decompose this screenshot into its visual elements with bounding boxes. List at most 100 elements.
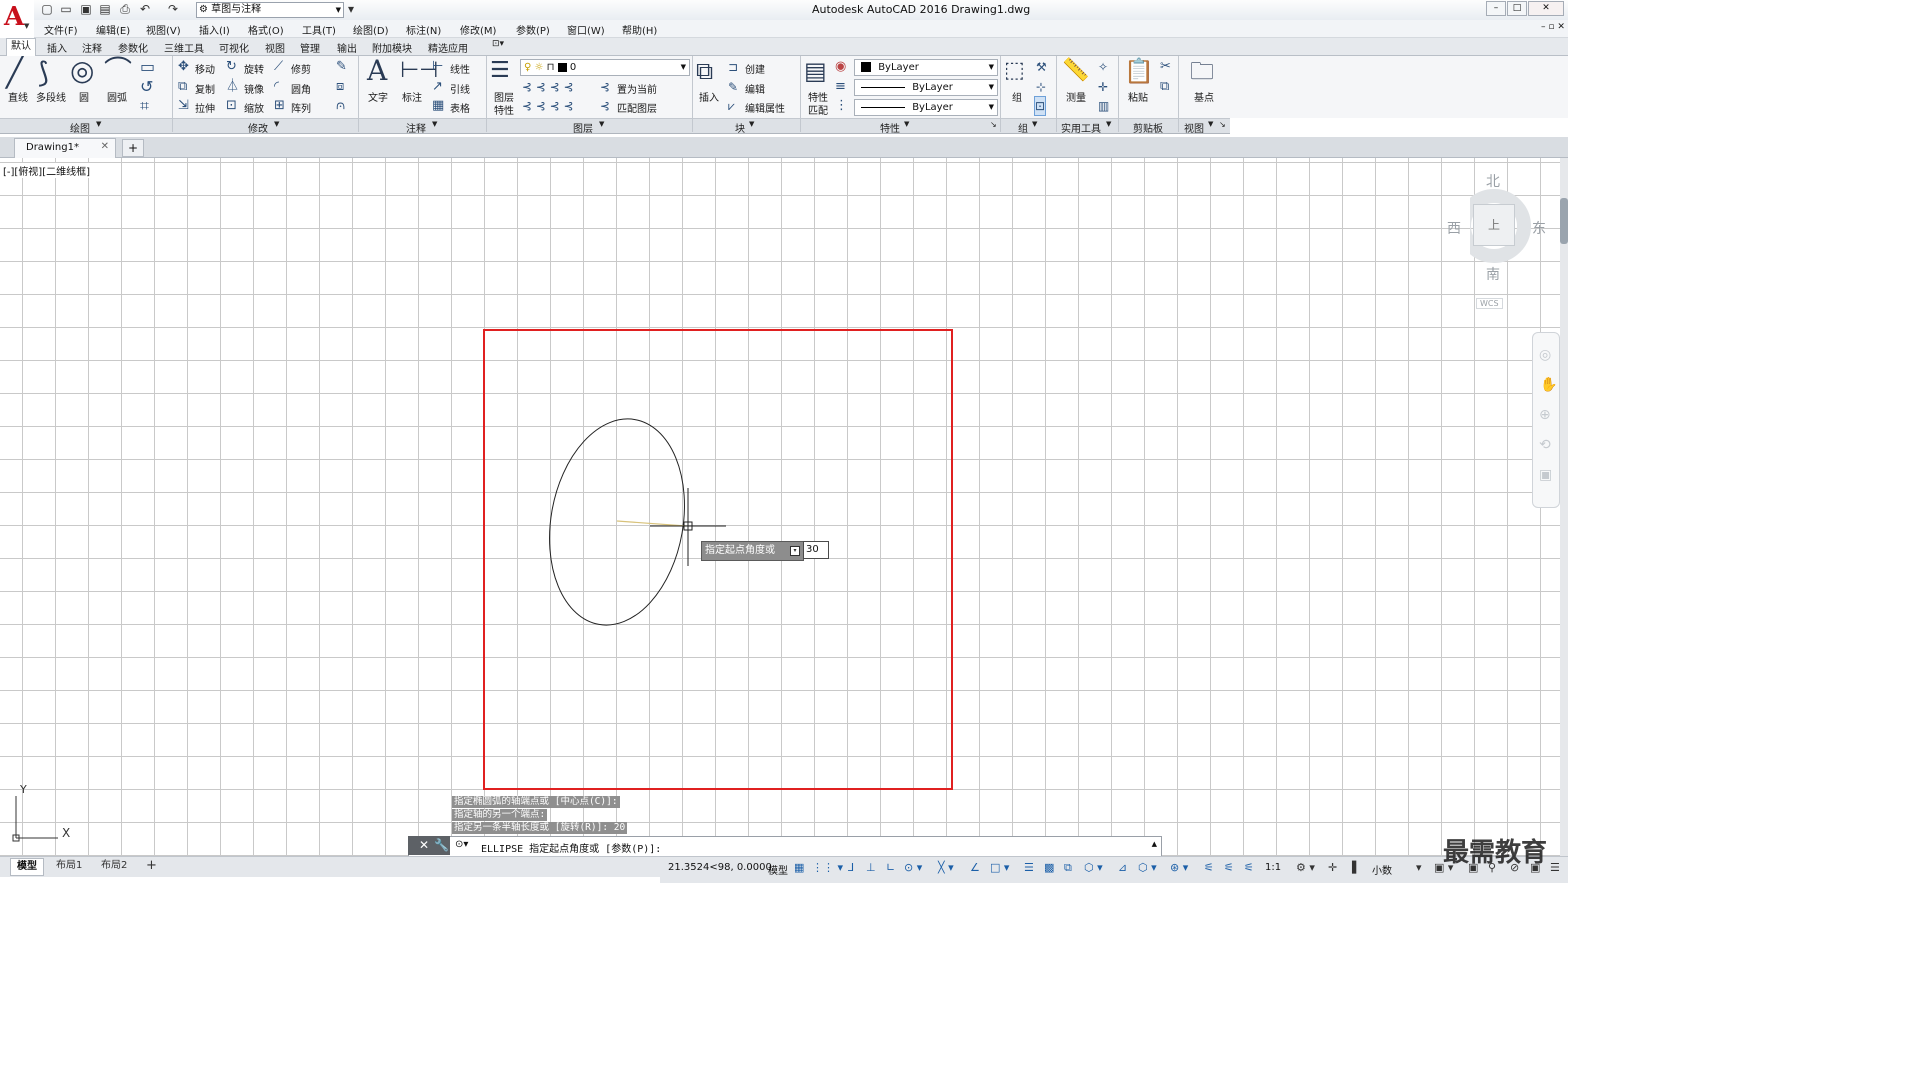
annotation-scale-value[interactable]: 1:1 (1265, 862, 1281, 873)
menu-parametric[interactable]: 参数(P) (516, 22, 550, 37)
object-snap-icon[interactable]: □ ▾ (990, 861, 1009, 874)
menu-help[interactable]: 帮助(H) (622, 22, 657, 37)
annotation-visibility-icon[interactable]: ⚟ (1204, 861, 1214, 874)
chevron-down-icon[interactable]: ▼ (904, 120, 909, 128)
layer-properties-icon[interactable]: ☰ (490, 56, 510, 86)
tab-output[interactable]: 输出 (337, 40, 357, 55)
chevron-down-icon[interactable]: ▾ (1416, 861, 1422, 874)
wcs-menu[interactable]: WCS (1476, 298, 1503, 309)
options-down-icon[interactable]: ▾ (790, 546, 800, 556)
quick-select-icon[interactable]: ✧ (1098, 58, 1108, 76)
rectangle-icon[interactable]: ▭ (140, 58, 155, 76)
dynamic-input-value[interactable]: 30 (803, 541, 829, 559)
make-current-button[interactable]: 置为当前 (617, 81, 657, 96)
panel-launcher-icon[interactable]: ↘ (990, 120, 997, 129)
arc-icon[interactable]: ⌒ (104, 56, 132, 86)
lineweight-toggle-icon[interactable]: ☰ (1024, 861, 1034, 874)
linetype-icon[interactable]: ≡ (835, 78, 846, 96)
polyline-button[interactable]: 多段线 (36, 89, 66, 104)
copy-clip-icon[interactable]: ⧉ (1160, 78, 1169, 96)
compass-west[interactable]: 西 (1447, 218, 1461, 238)
qat-customize-icon[interactable]: ▾ (344, 2, 358, 16)
menu-modify[interactable]: 修改(M) (460, 22, 496, 37)
base-button[interactable]: 基点 (1194, 89, 1214, 104)
panel-title-clipboard[interactable]: 剪贴板 (1133, 120, 1163, 135)
transparency-icon[interactable]: ▩ (1044, 861, 1054, 874)
menu-draw[interactable]: 绘图(D) (353, 22, 389, 37)
compass-south[interactable]: 南 (1486, 264, 1500, 284)
chevron-down-icon[interactable]: ▼ (599, 120, 604, 128)
ungroup-icon[interactable]: ⚒ (1036, 58, 1047, 76)
linetype-dropdown[interactable]: ByLayer ▼ (854, 79, 998, 96)
group-edit-icon[interactable]: ⊹ (1036, 78, 1046, 96)
tab-home[interactable]: 默认 (6, 38, 36, 56)
insert-button[interactable]: 插入 (699, 89, 719, 104)
pan-icon[interactable]: ✋ (1540, 377, 1557, 393)
circle-icon[interactable]: ◎ (70, 56, 94, 86)
isodraft-icon[interactable]: ╳ ▾ (938, 861, 954, 874)
ribbon-minimize-icon[interactable]: ⊡▾ (492, 39, 504, 49)
chevron-up-icon[interactable]: ▲ (1152, 840, 1157, 848)
chevron-down-icon[interactable]: ▼ (1032, 120, 1037, 128)
steering-wheel-icon[interactable]: ◎ (1539, 347, 1551, 363)
menu-dimension[interactable]: 标注(N) (406, 22, 441, 37)
menu-edit[interactable]: 编辑(E) (96, 22, 130, 37)
tab-manage[interactable]: 管理 (300, 40, 320, 55)
annotation-scale-icon[interactable]: ⚟ (1244, 861, 1254, 874)
leader-button[interactable]: 引线 (450, 81, 470, 96)
model-space-button[interactable]: 模型 (768, 862, 788, 877)
gizmo-icon[interactable]: ⊛ ▾ (1170, 861, 1188, 874)
selection-cycling-icon[interactable]: ⧉ (1064, 861, 1072, 874)
redo-icon[interactable]: ↷ (166, 2, 180, 16)
units-value[interactable]: 小数 (1372, 862, 1392, 877)
save-as-icon[interactable]: ▤ (98, 2, 112, 16)
zoom-extents-icon[interactable]: ⊕ (1539, 407, 1551, 423)
tab-3d-tools[interactable]: 三维工具 (164, 40, 204, 55)
move-button[interactable]: 移动 (195, 61, 215, 76)
minimize-button[interactable]: – (1486, 1, 1506, 16)
menu-insert[interactable]: 插入(I) (199, 22, 230, 37)
command-line-handle[interactable]: ✕ 🔧 (408, 836, 450, 855)
dimension-button[interactable]: 标注 (402, 89, 422, 104)
layer-properties-label-2[interactable]: 特性 (494, 102, 514, 117)
document-tab[interactable]: Drawing1* ✕ (14, 138, 116, 158)
match-properties-icon[interactable]: ▤ (804, 56, 827, 86)
panel-title-layers[interactable]: 图层 (573, 120, 593, 135)
trim-button[interactable]: 修剪 (291, 61, 311, 76)
measure-icon[interactable]: 📏 (1062, 56, 1089, 86)
panel-title-draw[interactable]: 绘图 (70, 120, 90, 135)
print-icon[interactable]: ⎙ (118, 2, 132, 16)
command-prompt-icon[interactable]: ⊙▾ (455, 839, 468, 850)
match-properties-label-2[interactable]: 匹配 (808, 102, 828, 117)
layer-tool-icon[interactable]: ⊰ ⊰ ⊰ ⊰ (522, 97, 574, 115)
selection-filter-icon[interactable]: ⬡ ▾ (1138, 861, 1157, 874)
color-dropdown[interactable]: ByLayer ▼ (854, 59, 998, 76)
open-folder-icon[interactable]: ▭ (59, 2, 73, 16)
erase-icon[interactable]: ✎ (336, 58, 347, 76)
chevron-down-icon[interactable]: ▼ (274, 120, 279, 128)
text-button[interactable]: 文字 (368, 89, 388, 104)
close-button[interactable]: ✕ (1528, 1, 1564, 16)
coordinates-readout[interactable]: 21.3524<98, 0.0000 (668, 862, 772, 873)
infer-constraints-icon[interactable]: ⅃ (848, 861, 854, 874)
panel-title-utilities[interactable]: 实用工具 (1061, 120, 1101, 135)
create-button[interactable]: 创建 (745, 61, 765, 76)
panel-title-view[interactable]: 视图 (1184, 120, 1204, 135)
compass-east[interactable]: 东 (1532, 218, 1546, 238)
line-icon[interactable]: ╱ (6, 58, 23, 88)
viewcube[interactable]: 北 西 东 南 上 WCS (1447, 168, 1560, 318)
tab-parametric[interactable]: 参数化 (118, 40, 148, 55)
base-view-icon[interactable]: 🗀 (1190, 56, 1214, 86)
dynamic-input-icon[interactable]: ⊥ (866, 861, 876, 874)
group-button[interactable]: 组 (1012, 89, 1022, 104)
dynamic-ucs-icon[interactable]: ⊿ (1118, 861, 1127, 874)
stretch-button[interactable]: 拉伸 (195, 100, 215, 115)
measure-button[interactable]: 测量 (1066, 89, 1086, 104)
panel-launcher-icon[interactable]: ↘ (1219, 120, 1226, 129)
tab-visualize[interactable]: 可视化 (219, 40, 249, 55)
add-layout-button[interactable]: + (140, 858, 163, 874)
edit-attribute-button[interactable]: 编辑属性 (745, 100, 785, 115)
fillet-button[interactable]: 圆角 (291, 81, 311, 96)
application-menu-button[interactable]: A ▼ (0, 0, 34, 38)
panel-title-annotation[interactable]: 注释 (406, 120, 426, 135)
